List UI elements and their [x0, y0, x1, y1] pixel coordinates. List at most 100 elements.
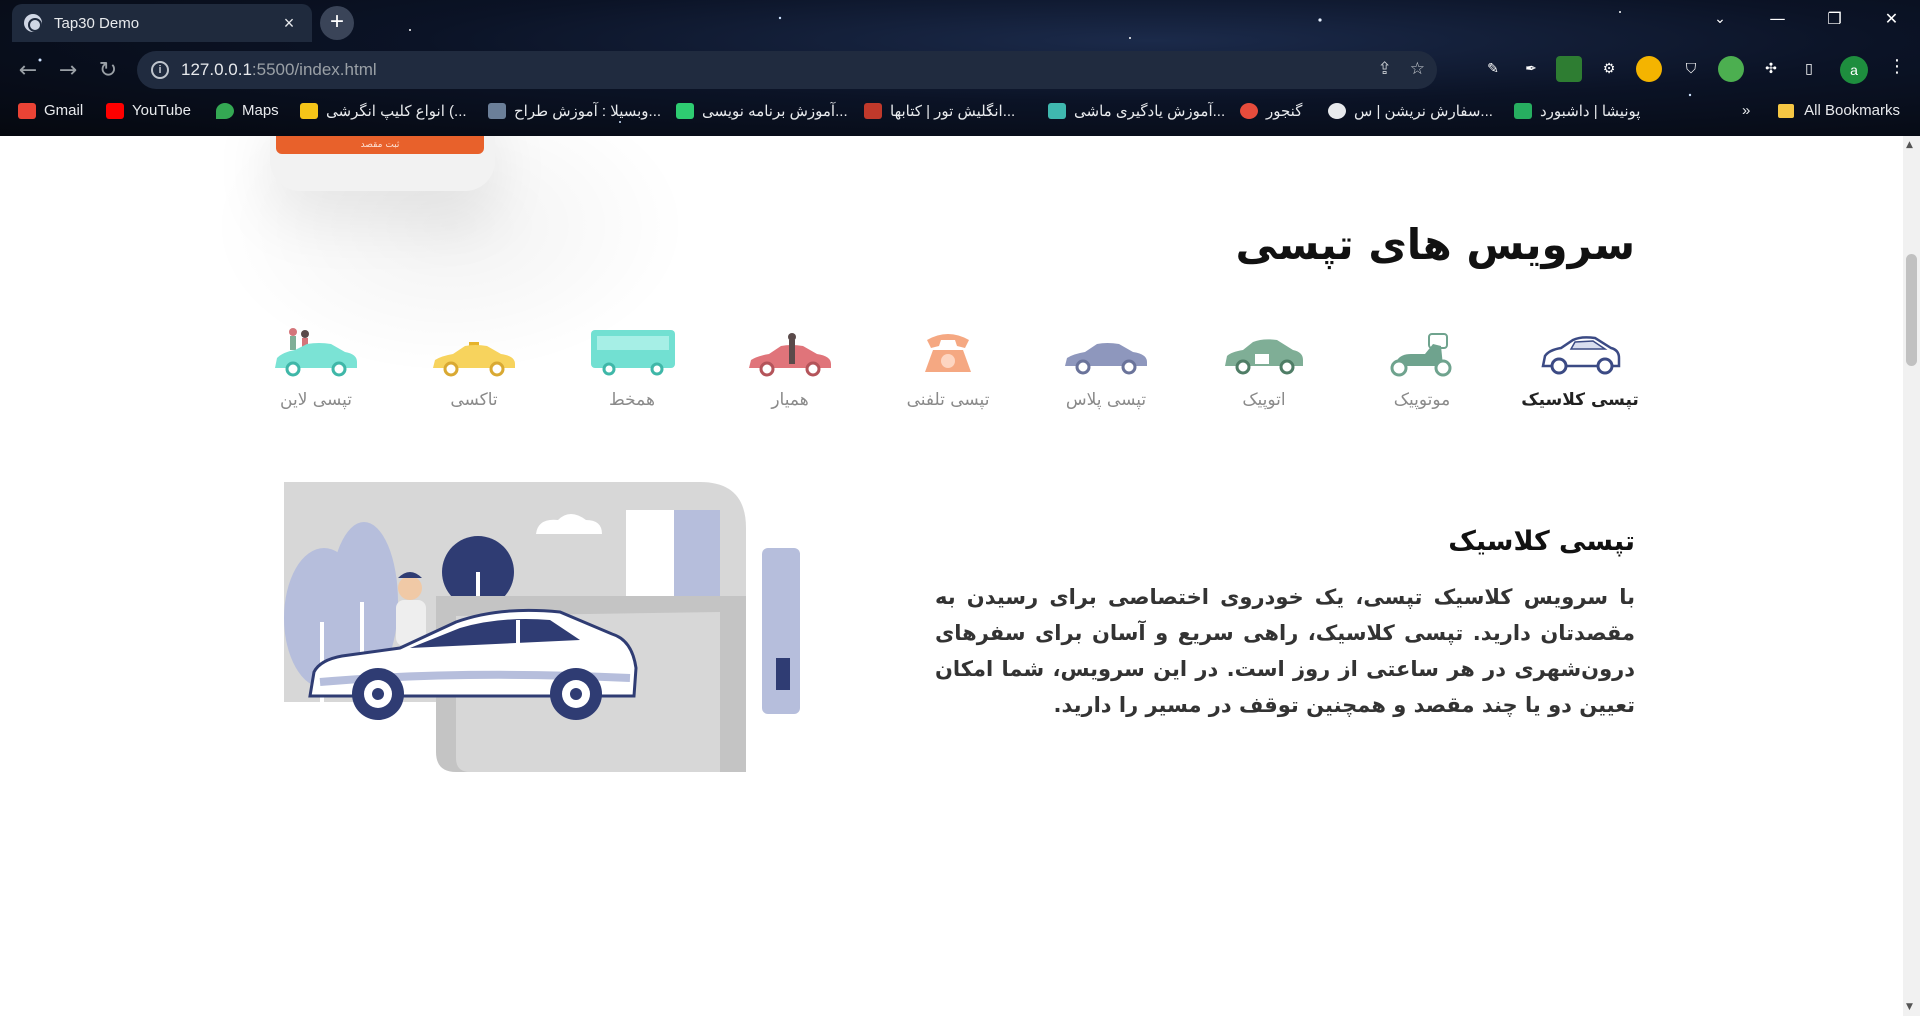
car-with-driver-icon: [749, 333, 831, 377]
bookmark-label: وبسیلا : آموزش طراح...: [514, 103, 662, 120]
service-label: تپسی کلاسیک: [1521, 390, 1639, 410]
tab-search-chevron-icon[interactable]: ⌄: [1700, 0, 1740, 40]
back-arrow-icon[interactable]: ←: [14, 58, 42, 86]
service-label: تاکسی: [450, 390, 498, 410]
bookmarks-bar: Gmail YouTube Maps انواع کلیپ انگرشی (..…: [0, 96, 1920, 128]
vertical-scrollbar[interactable]: ▲ ▼: [1903, 136, 1920, 1016]
bookmark-label: گنجور: [1266, 103, 1303, 120]
extension-pen-icon[interactable]: ✎: [1480, 56, 1506, 82]
bookmark-label: Maps: [242, 102, 279, 119]
bookmark-favicon-icon: [864, 103, 882, 119]
restore-icon[interactable]: ❐: [1806, 0, 1863, 40]
bookmark-english-clips[interactable]: انواع کلیپ انگرشی (...: [300, 102, 467, 120]
site-info-icon[interactable]: i: [151, 61, 169, 79]
bookmark-favicon-icon: [1328, 103, 1346, 119]
bookmark-label: Gmail: [44, 102, 84, 119]
extension-sheet-icon[interactable]: [1556, 56, 1582, 82]
bookmark-machine-learning[interactable]: آموزش یادگیری ماشی...: [1048, 102, 1225, 120]
kebab-menu-icon[interactable]: ⋮: [1888, 56, 1906, 77]
bookmark-narration[interactable]: سفارش نریشن | س...: [1328, 102, 1493, 120]
extension-circle-icon[interactable]: [1636, 56, 1662, 82]
bookmark-ganjoor[interactable]: گنجور: [1240, 102, 1302, 120]
bookmark-label: انواع کلیپ انگرشی (...: [326, 103, 467, 120]
classic-car-illustration: [284, 482, 800, 772]
service-taxi[interactable]: تاکسی: [404, 326, 544, 410]
bookmark-label: انگلیش تور | کتابها...: [890, 103, 1016, 120]
detail-description: با سرویس کلاسیک تپسی، یک خودروی اختصاصی …: [935, 585, 1635, 717]
scrollbar-thumb[interactable]: [1906, 254, 1917, 366]
service-hamkhat[interactable]: همخط: [562, 326, 702, 410]
reload-icon[interactable]: ↻: [94, 58, 122, 86]
forward-arrow-icon[interactable]: →: [54, 58, 82, 86]
classic-car-icon: [1541, 336, 1621, 375]
tab-strip: Tap30 Demo × + ⌄ — ❐ ✕: [0, 0, 1920, 42]
services-list: تپسی کلاسیک موتوپیک اتوپیک تپسی پلاس تپس…: [250, 326, 1650, 426]
bookmarks-overflow-icon[interactable]: »: [1742, 102, 1750, 119]
detail-title: تپسی کلاسیک: [1448, 526, 1635, 557]
bookmark-websila[interactable]: وبسیلا : آموزش طراح...: [488, 102, 661, 120]
address-bar-actions: ⇪ ☆: [1378, 59, 1426, 79]
phone-mockup: ثبت مقصد: [270, 136, 495, 191]
tab-close-icon[interactable]: ×: [278, 13, 300, 34]
scroll-down-arrow-icon[interactable]: ▼: [1906, 1002, 1913, 1012]
bookmark-ponisha[interactable]: پونیشا | داشبورد: [1514, 102, 1640, 120]
minimize-icon[interactable]: —: [1749, 0, 1806, 40]
browser-chrome: Tap30 Demo × + ⌄ — ❐ ✕ ← → ↻ i 127.0.0.1…: [0, 0, 1920, 136]
window-close-icon[interactable]: ✕: [1863, 0, 1920, 40]
tab-title: Tap30 Demo: [54, 14, 140, 32]
toolbar: ← → ↻ i 127.0.0.1:5500/index.html ⇪ ☆ ✎ …: [0, 48, 1920, 92]
all-bookmarks-label: All Bookmarks: [1804, 102, 1900, 119]
all-bookmarks-button[interactable]: All Bookmarks: [1778, 102, 1900, 119]
bookmark-favicon-icon: [300, 103, 318, 119]
tab-active[interactable]: Tap30 Demo ×: [12, 4, 312, 42]
service-detail: تپسی کلاسیک با سرویس کلاسیک تپسی، یک خود…: [935, 526, 1635, 723]
telephone-icon: [925, 334, 971, 372]
service-motopeyk[interactable]: موتوپیک: [1352, 326, 1492, 410]
bookmark-programming[interactable]: آموزش برنامه نویسی...: [676, 102, 848, 120]
sedan-car-icon: [1065, 343, 1147, 375]
address-bar[interactable]: i 127.0.0.1:5500/index.html ⇪ ☆: [137, 51, 1437, 89]
bookmark-gmail[interactable]: Gmail: [18, 102, 83, 119]
folder-icon: [1778, 103, 1795, 118]
service-label: موتوپیک: [1393, 390, 1451, 410]
delivery-car-icon: [1225, 339, 1303, 375]
youtube-icon: [106, 102, 124, 119]
shared-ride-icon: [275, 328, 357, 377]
service-label: تپسی لاین: [280, 390, 352, 410]
service-line[interactable]: تپسی لاین: [246, 326, 386, 410]
service-label: تپسی پلاس: [1065, 390, 1147, 410]
checkmark-icon: [676, 103, 694, 119]
bookmark-favicon-icon: [488, 103, 506, 119]
bookmark-maps[interactable]: Maps: [216, 102, 279, 119]
url-path: :5500/index.html: [251, 60, 377, 79]
bus-icon: [591, 330, 675, 376]
extension-shield-icon[interactable]: ⛉: [1678, 56, 1704, 82]
service-label: اتوپیک: [1242, 390, 1286, 410]
side-panel-icon[interactable]: ▯: [1796, 56, 1822, 82]
bookmark-star-icon[interactable]: ☆: [1410, 59, 1425, 79]
service-label: همخط: [609, 390, 655, 410]
bookmark-favicon-icon: [1048, 103, 1066, 119]
scroll-up-arrow-icon[interactable]: ▲: [1906, 140, 1913, 150]
service-otopeyk[interactable]: اتوپیک: [1194, 326, 1334, 410]
service-classic[interactable]: تپسی کلاسیک: [1510, 326, 1650, 410]
bookmark-english-tour[interactable]: انگلیش تور | کتابها...: [864, 102, 1015, 120]
new-tab-button[interactable]: +: [320, 6, 354, 40]
share-icon[interactable]: ⇪: [1378, 59, 1392, 79]
scooter-icon: [1390, 333, 1452, 377]
service-phone[interactable]: تپسی تلفنی: [878, 326, 1018, 410]
section-title: سرویس های تپسی: [1235, 220, 1635, 269]
service-plus[interactable]: تپسی پلاس: [1036, 326, 1176, 410]
taxi-icon: [433, 342, 515, 377]
bookmark-favicon-icon: [1240, 103, 1258, 119]
extensions-puzzle-icon[interactable]: ✣: [1758, 56, 1784, 82]
bookmark-label: پونیشا | داشبورد: [1540, 103, 1641, 120]
bookmark-youtube[interactable]: YouTube: [106, 102, 191, 119]
extension-planet-icon[interactable]: [1718, 56, 1744, 82]
profile-avatar[interactable]: a: [1840, 56, 1868, 84]
extension-feather-icon[interactable]: ✒: [1518, 56, 1544, 82]
phone-set-destination-button: ثبت مقصد: [276, 136, 484, 154]
service-hamyar[interactable]: همیار: [720, 326, 860, 410]
extension-gear-icon[interactable]: ⚙: [1596, 56, 1622, 82]
globe-icon: [24, 14, 42, 32]
